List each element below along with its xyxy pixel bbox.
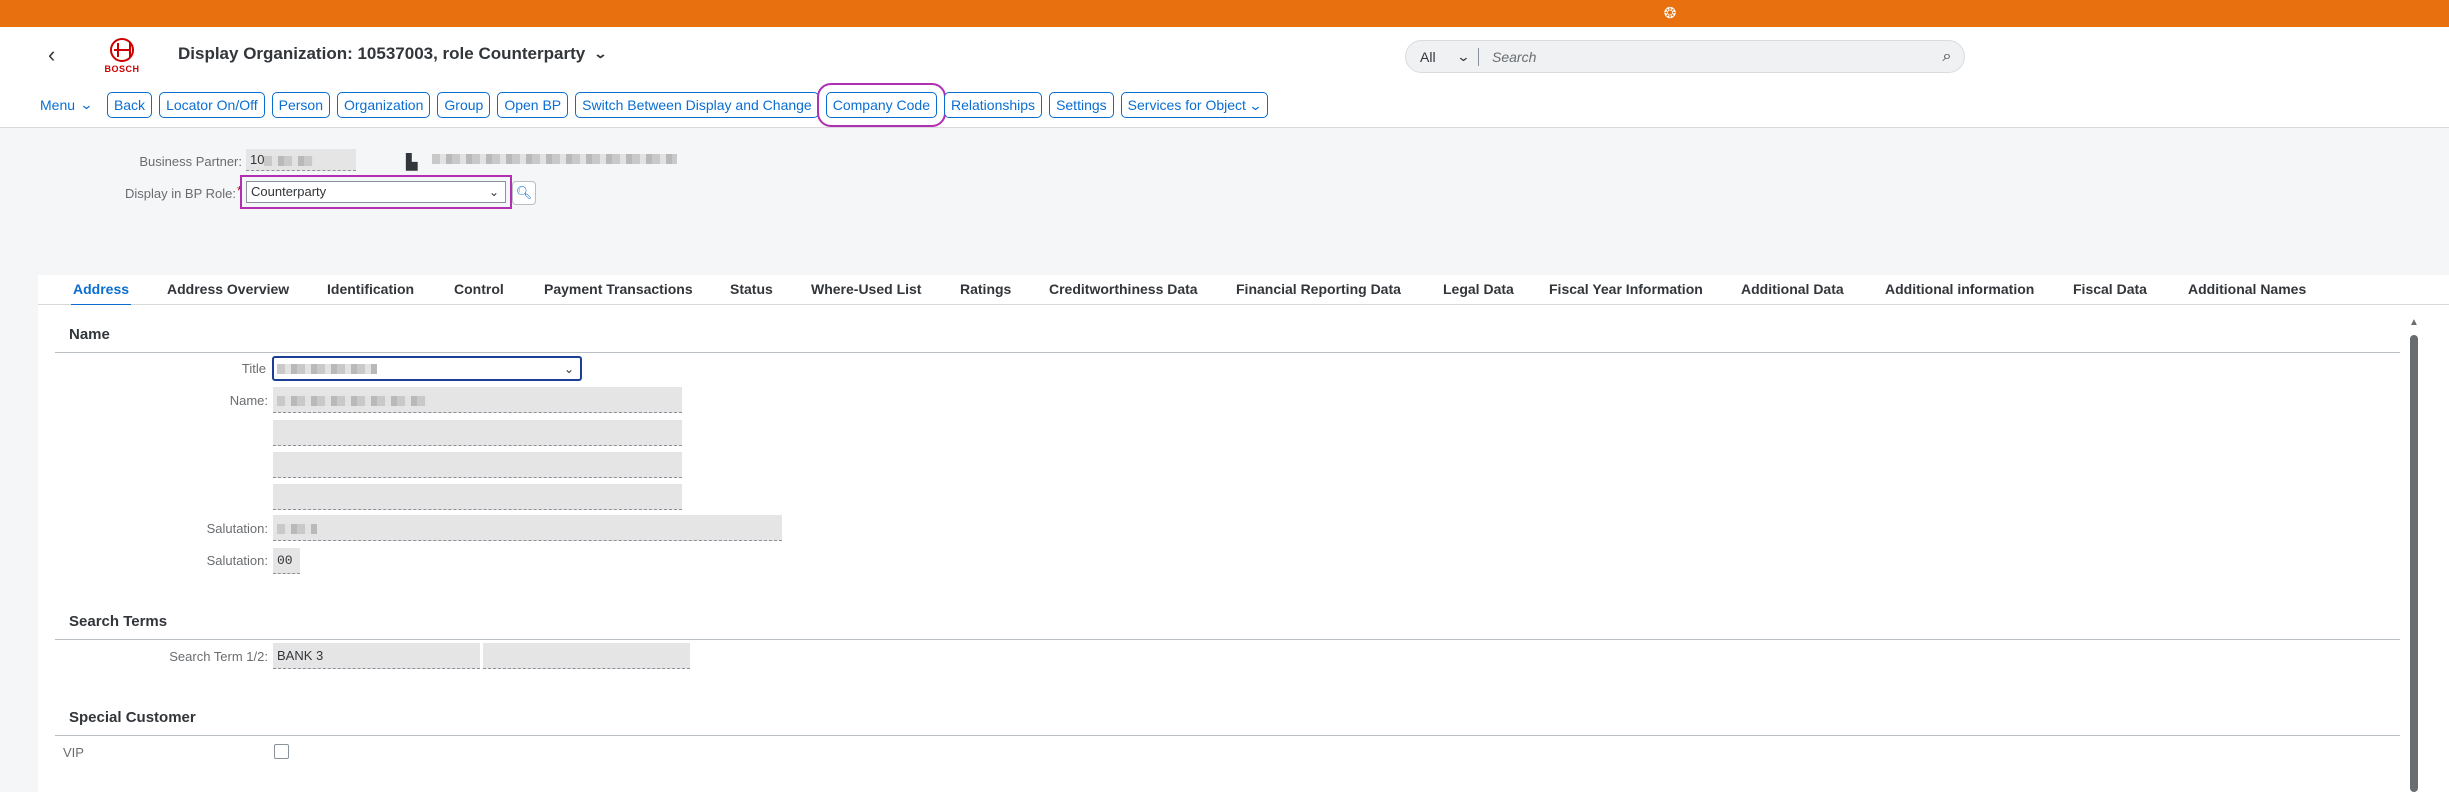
tab-payment-transactions[interactable]: Payment Transactions: [544, 281, 693, 297]
salutation-code-label: Salutation:: [206, 553, 268, 568]
redacted-text: [264, 155, 315, 166]
chevron-down-icon: ⌄: [488, 185, 499, 199]
brand-bar: ❂: [0, 0, 2449, 27]
role-value: Counterparty: [251, 184, 327, 199]
menu-label: Menu: [40, 97, 76, 113]
scroll-up-icon[interactable]: ▲: [2409, 317, 2419, 328]
chevron-down-icon: ⌄: [563, 362, 574, 376]
required-marker: *: [237, 183, 243, 198]
title-label: Title: [241, 361, 266, 376]
name-field-2: [273, 420, 682, 446]
tab-additional-names[interactable]: Additional Names: [2188, 281, 2306, 297]
tab-where-used-list[interactable]: Where-Used List: [811, 281, 921, 297]
address-tab-content: Name Title ⌄ Name: Salutation: Salutatio…: [38, 305, 2449, 792]
tab-financial-reporting-data[interactable]: Financial Reporting Data: [1236, 281, 1401, 297]
open-bp-button[interactable]: Open BP: [497, 92, 569, 118]
title-select[interactable]: ⌄: [272, 356, 582, 381]
relationships-button[interactable]: Relationships: [944, 92, 1043, 118]
role-label-text: Display in BP Role:: [124, 186, 236, 201]
vertical-scrollbar[interactable]: ▲: [2409, 317, 2419, 792]
group-button[interactable]: Group: [437, 92, 491, 118]
salutation-label: Salutation:: [206, 521, 268, 536]
section-divider: [55, 639, 2400, 640]
search-term-1-field: BANK 3: [273, 643, 480, 669]
toolbar: Menu ⌄ Back Locator On/Off Person Organi…: [40, 83, 1268, 127]
tab-identification[interactable]: Identification: [327, 281, 414, 297]
vip-label: VIP: [63, 745, 84, 760]
chevron-down-icon: ⌄: [593, 46, 608, 61]
search-term-2-field: [483, 643, 690, 669]
building-icon: ▙: [406, 154, 418, 171]
organization-button[interactable]: Organization: [337, 92, 431, 118]
section-divider: [55, 352, 2400, 353]
redacted-bp-name: [432, 154, 677, 164]
chevron-down-icon: ⌄: [79, 97, 94, 112]
search-scope-select[interactable]: All ⌄: [1406, 47, 1479, 66]
locator-toggle-button[interactable]: Locator On/Off: [159, 92, 265, 118]
tab-address[interactable]: Address: [70, 281, 132, 307]
bosch-logo-text: BOSCH: [104, 64, 140, 74]
tab-status[interactable]: Status: [730, 281, 773, 297]
tab-ratings[interactable]: Ratings: [960, 281, 1011, 297]
scrollbar-thumb[interactable]: [2410, 335, 2418, 792]
search-term-label: Search Term 1/2:: [169, 649, 268, 664]
header-divider: [0, 127, 2449, 128]
salutation-code-field: 00: [273, 548, 300, 574]
tab-additional-information[interactable]: Additional information: [1885, 281, 2034, 297]
bp-label: Business Partner:: [139, 154, 242, 169]
search-bar: All ⌄ ⌕: [1405, 40, 1965, 73]
company-code-button[interactable]: Company Code: [816, 83, 947, 127]
bosch-armature-icon: [110, 38, 134, 62]
tab-legal-data[interactable]: Legal Data: [1443, 281, 1514, 297]
bp-field: 10: [246, 149, 356, 171]
chevron-down-icon: ⌄: [1248, 98, 1263, 113]
redacted-text: [277, 523, 317, 534]
redacted-text: [277, 395, 427, 406]
chevron-down-icon: ⌄: [1455, 48, 1471, 64]
app-title-text: Display Organization: 10537003, role Cou…: [178, 44, 586, 63]
tab-fiscal-year-information[interactable]: Fiscal Year Information: [1549, 281, 1703, 297]
vip-checkbox[interactable]: [274, 744, 289, 759]
bp-value: 10: [250, 152, 265, 167]
search-scope-value: All: [1420, 48, 1436, 65]
name-field-1: [273, 387, 682, 413]
back-nav-icon[interactable]: ‹: [48, 44, 70, 66]
search-icon[interactable]: ⌕: [1930, 48, 1964, 66]
sap-logo-icon: ❂: [1663, 5, 1677, 22]
tab-creditworthiness-data[interactable]: Creditworthiness Data: [1049, 281, 1198, 297]
services-for-object-label: Services for Object: [1127, 97, 1246, 113]
switch-display-change-button[interactable]: Switch Between Display and Change: [575, 92, 819, 118]
tab-bar: Address Address Overview Identification …: [38, 275, 2449, 307]
search-input[interactable]: [1479, 41, 1930, 72]
tab-fiscal-data[interactable]: Fiscal Data: [2073, 281, 2147, 297]
settings-button[interactable]: Settings: [1049, 92, 1114, 118]
role-search-icon[interactable]: 🔍︎: [512, 181, 536, 205]
tab-address-overview[interactable]: Address Overview: [167, 281, 289, 297]
salutation-field: [273, 515, 782, 541]
name-field-3: [273, 452, 682, 478]
menu-button[interactable]: Menu ⌄: [40, 97, 94, 113]
back-button[interactable]: Back: [106, 92, 153, 118]
bosch-logo[interactable]: BOSCH: [102, 38, 142, 74]
section-title-search-terms: Search Terms: [69, 613, 168, 630]
person-button[interactable]: Person: [271, 92, 330, 118]
section-title-special-customer: Special Customer: [69, 709, 196, 726]
services-for-object-button[interactable]: Services for Object ⌄: [1120, 92, 1268, 118]
tab-additional-data[interactable]: Additional Data: [1741, 281, 1844, 297]
name-label: Name:: [229, 393, 268, 408]
name-field-4: [273, 484, 682, 510]
role-select[interactable]: Counterparty ⌄: [240, 175, 512, 209]
app-title[interactable]: Display Organization: 10537003, role Cou…: [178, 44, 608, 64]
tab-control[interactable]: Control: [454, 281, 504, 297]
section-divider: [55, 735, 2400, 736]
role-label: Display in BP Role:: [100, 186, 236, 201]
section-title-name: Name: [69, 326, 110, 343]
redacted-text: [277, 363, 377, 374]
